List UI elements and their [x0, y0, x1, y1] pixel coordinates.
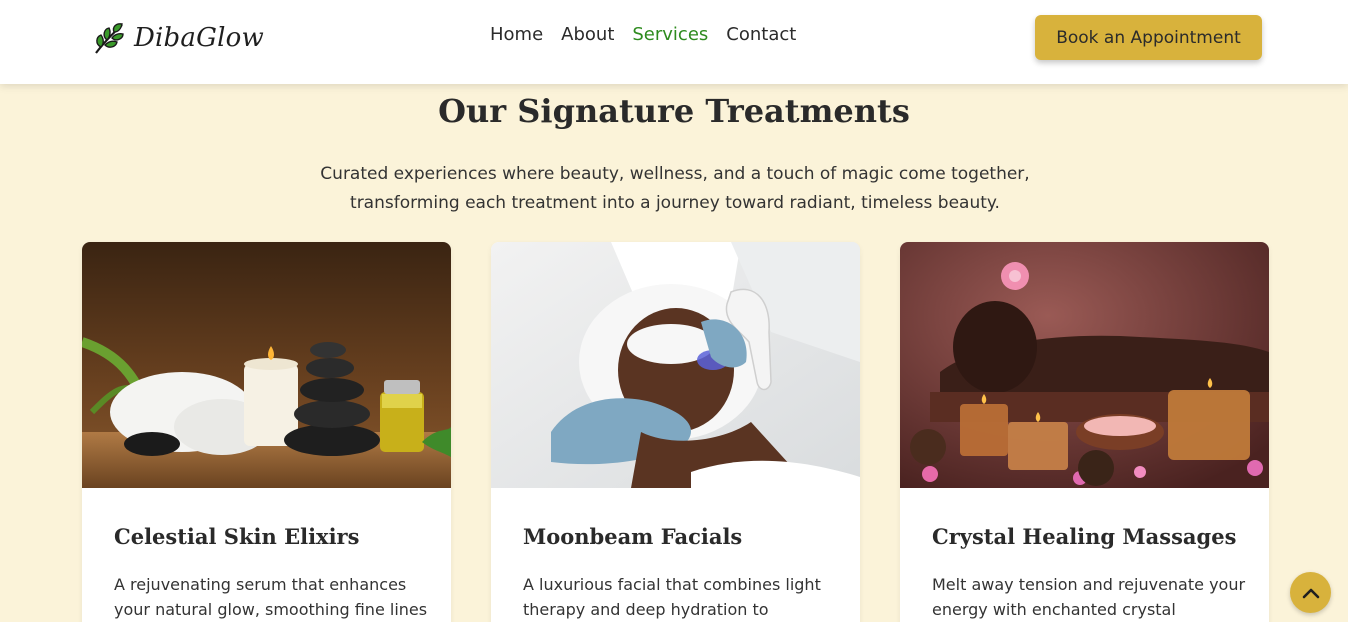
scroll-to-top-button[interactable] — [1290, 572, 1331, 613]
facial-treatment-image — [491, 242, 860, 488]
section-subtitle: Curated experiences where beauty, wellne… — [320, 164, 1030, 213]
spa-stones-image — [82, 242, 451, 488]
card-title: Crystal Healing Massages — [932, 524, 1237, 549]
nav-contact[interactable]: Contact — [726, 24, 796, 45]
nav-services[interactable]: Services — [632, 24, 708, 45]
section-title: Our Signature Treatments — [438, 92, 910, 130]
chevron-up-icon — [1302, 588, 1319, 598]
card-description: A rejuvenating serum that enhances your … — [114, 575, 428, 619]
card-title: Celestial Skin Elixirs — [114, 524, 360, 549]
treatment-card-crystal[interactable]: Crystal Healing Massages Melt away tensi… — [900, 242, 1269, 622]
treatment-card-celestial[interactable]: Celestial Skin Elixirs A rejuvenating se… — [82, 242, 451, 622]
nav-home[interactable]: Home — [490, 24, 543, 45]
card-description: Melt away tension and rejuvenate your en… — [932, 575, 1246, 619]
book-appointment-button[interactable]: Book an Appointment — [1035, 15, 1262, 60]
logo[interactable]: DibaGlow — [92, 20, 264, 56]
massage-candles-image — [900, 242, 1269, 488]
card-description: A luxurious facial that combines light t… — [523, 575, 821, 619]
treatment-card-moonbeam[interactable]: Moonbeam Facials A luxurious facial that… — [491, 242, 860, 622]
logo-text: DibaGlow — [134, 23, 264, 53]
card-title: Moonbeam Facials — [523, 524, 743, 549]
nav-about[interactable]: About — [561, 24, 614, 45]
site-header: DibaGlow Home About Services Contact Boo… — [0, 0, 1348, 84]
leaf-icon — [95, 23, 124, 54]
main-nav: Home About Services Contact — [490, 24, 796, 45]
